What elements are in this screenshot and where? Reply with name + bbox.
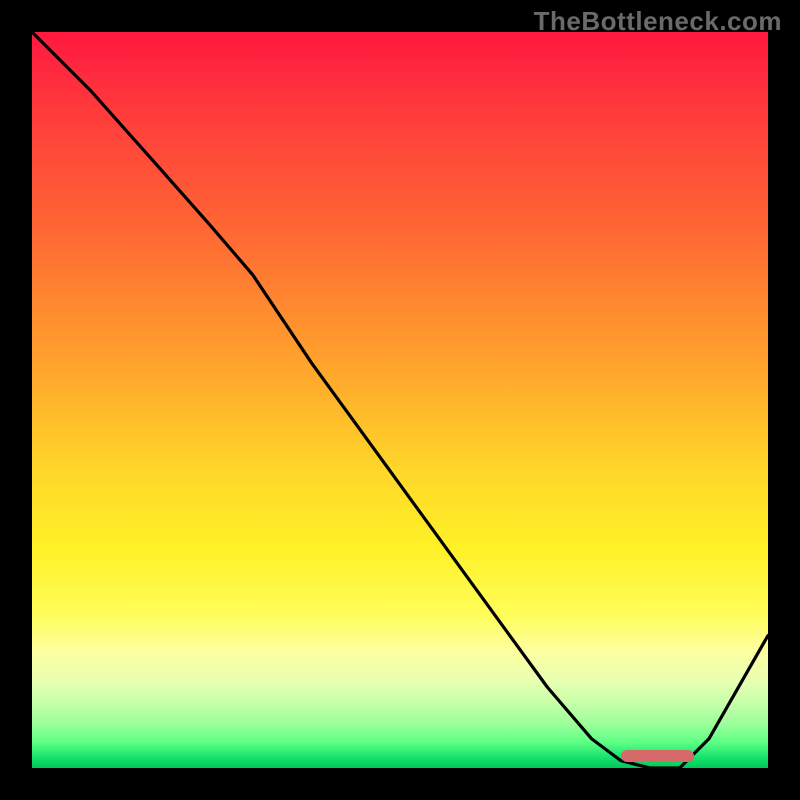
chart-frame: TheBottleneck.com	[0, 0, 800, 800]
plot-area	[32, 32, 768, 768]
curve-svg	[32, 32, 768, 768]
bottleneck-curve-path	[32, 32, 768, 768]
optimum-marker	[621, 750, 695, 762]
